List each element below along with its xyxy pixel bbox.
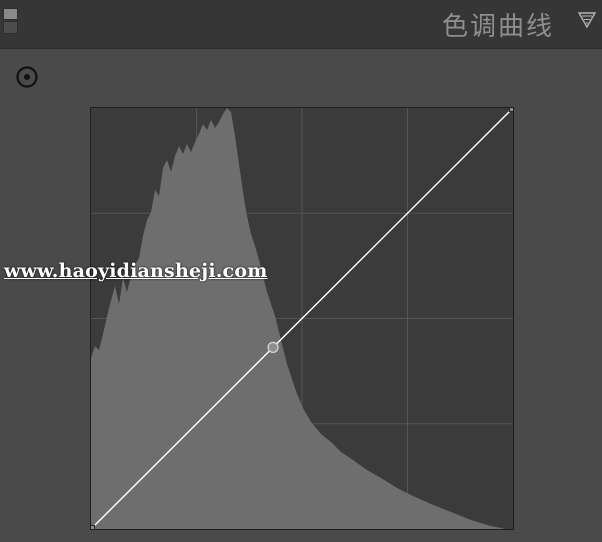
curve-control-point[interactable] [267, 341, 279, 353]
target-adjust-icon[interactable] [16, 66, 38, 88]
triangle-down-icon[interactable] [578, 12, 596, 28]
tone-curve-svg[interactable] [91, 108, 513, 529]
curve-endpoint-handle[interactable] [91, 525, 95, 530]
panel-title[interactable]: 色调曲线 [442, 6, 554, 43]
panel-toggle-icon[interactable] [3, 8, 18, 34]
panel-header: 色调曲线 [0, 0, 602, 49]
curve-endpoint-handle[interactable] [509, 108, 514, 112]
tone-curve-graph[interactable] [90, 107, 514, 530]
watermark-text: www.haoyidiansheji.com [4, 260, 268, 282]
